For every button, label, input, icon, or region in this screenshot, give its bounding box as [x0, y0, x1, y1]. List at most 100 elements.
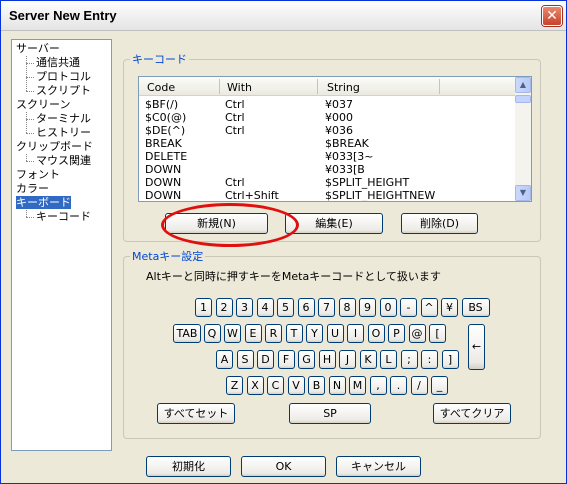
set-all-button[interactable]: すべてセット — [157, 403, 235, 424]
meta-key[interactable]: 1 — [195, 298, 212, 317]
cell-with: Ctrl+Shift — [225, 189, 279, 202]
tree-item[interactable]: キーコード — [36, 210, 91, 223]
cell-string: ¥036 — [325, 124, 353, 137]
meta-key[interactable]: [ — [429, 324, 446, 343]
clear-all-button[interactable]: すべてクリア — [433, 403, 511, 424]
meta-key[interactable]: / — [410, 376, 428, 395]
tree-item[interactable]: プロトコル — [36, 70, 91, 83]
tree-item[interactable]: マウス関連 — [36, 154, 91, 167]
meta-key[interactable]: X — [246, 376, 264, 395]
meta-key[interactable]: O — [367, 324, 385, 343]
table-row[interactable]: DELETE ¥033[3~ — [139, 150, 519, 163]
scroll-thumb[interactable] — [515, 95, 531, 103]
meta-key[interactable]: ; — [400, 350, 418, 369]
table-row[interactable]: DOWN ¥033[B — [139, 163, 519, 176]
meta-key[interactable]: 5 — [277, 298, 294, 317]
meta-key[interactable]: I — [347, 324, 364, 343]
cell-code: BREAK — [145, 137, 182, 150]
close-button[interactable]: ✕ — [542, 6, 562, 26]
initialize-button[interactable]: 初期化 — [146, 456, 231, 477]
tree-item[interactable]: カラー — [16, 182, 49, 195]
keycode-group-legend: キーコード — [132, 53, 187, 66]
meta-key[interactable]: 6 — [297, 298, 315, 317]
category-tree[interactable]: サーバー 通信共通 プロトコル スクリプト スクリーン ターミナル ヒストリー クリップボード… — [11, 39, 112, 451]
cell-string: ¥033[3~ — [325, 150, 374, 163]
meta-key[interactable]: H — [318, 350, 336, 369]
meta-key[interactable]: G — [298, 350, 315, 369]
meta-key[interactable]: BS — [461, 298, 490, 317]
meta-key[interactable]: _ — [431, 376, 448, 395]
table-row[interactable]: $BF(/) Ctrl ¥037 — [139, 98, 519, 111]
tree-item[interactable]: 通信共通 — [36, 56, 80, 69]
meta-key[interactable]: @ — [408, 324, 426, 343]
scroll-down-arrow-icon[interactable]: ▼ — [515, 185, 531, 201]
tree-item[interactable]: クリップボード — [16, 140, 93, 153]
meta-key[interactable]: L — [380, 350, 397, 369]
meta-key[interactable]: TAB — [173, 324, 201, 343]
meta-key[interactable]: , — [369, 376, 387, 395]
space-key-button[interactable]: SP — [289, 403, 371, 424]
table-row[interactable]: BREAK $BREAK — [139, 137, 519, 150]
column-header-code[interactable]: Code — [147, 81, 175, 94]
cell-string: ¥037 — [325, 98, 353, 111]
meta-key[interactable]: 0 — [379, 298, 397, 317]
meta-key[interactable]: M — [349, 376, 366, 395]
meta-key[interactable]: ^ — [420, 298, 438, 317]
meta-key[interactable]: 8 — [338, 298, 356, 317]
scroll-up-arrow-icon[interactable]: ▲ — [515, 77, 531, 93]
delete-button[interactable]: 削除(D) — [401, 213, 478, 234]
ok-button[interactable]: OK — [241, 456, 326, 477]
meta-key[interactable]: 9 — [359, 298, 376, 317]
table-row[interactable]: DOWN Ctrl+Shift $SPLIT_HEIGHTNEW — [139, 189, 519, 202]
meta-key[interactable]: . — [390, 376, 407, 395]
title-bar[interactable]: Server New Entry ✕ — [1, 1, 566, 31]
meta-key[interactable]: C — [267, 376, 284, 395]
meta-key[interactable]: Z — [226, 376, 243, 395]
cell-with: Ctrl — [225, 98, 245, 111]
meta-key[interactable]: Y — [306, 324, 323, 343]
meta-key[interactable]: ← — [468, 324, 485, 370]
meta-key[interactable]: 2 — [215, 298, 233, 317]
meta-key[interactable]: P — [388, 324, 405, 343]
list-scrollbar[interactable]: ▲ ▼ — [515, 77, 531, 201]
meta-key[interactable]: ¥ — [441, 298, 458, 317]
column-header-with[interactable]: With — [227, 81, 252, 94]
meta-key[interactable]: 7 — [318, 298, 335, 317]
meta-key[interactable]: J — [339, 350, 356, 369]
meta-key[interactable]: ] — [441, 350, 459, 369]
meta-key[interactable]: 3 — [236, 298, 253, 317]
table-row[interactable]: $C0(@) Ctrl ¥000 — [139, 111, 519, 124]
meta-key[interactable]: D — [257, 350, 274, 369]
tree-item[interactable]: スクリプト — [36, 84, 91, 97]
cancel-button[interactable]: キャンセル — [336, 456, 421, 477]
meta-key[interactable]: K — [359, 350, 377, 369]
keycode-list[interactable]: Code With String $BF(/) Ctrl ¥037 $C0(@) Ctr… — [138, 76, 532, 202]
table-row[interactable]: DOWN Ctrl $SPLIT_HEIGHT — [139, 176, 519, 189]
meta-key[interactable]: 4 — [256, 298, 274, 317]
meta-key[interactable]: A — [216, 350, 233, 369]
tree-item[interactable]: キーボード — [16, 196, 71, 209]
meta-key[interactable]: N — [328, 376, 346, 395]
tree-item[interactable]: ターミナル — [36, 112, 91, 125]
meta-key[interactable]: T — [285, 324, 303, 343]
meta-key[interactable]: R — [265, 324, 282, 343]
meta-key[interactable]: - — [400, 298, 417, 317]
column-header-string[interactable]: String — [327, 81, 360, 94]
meta-key[interactable]: E — [244, 324, 262, 343]
window-title: Server New Entry — [9, 8, 117, 23]
table-row[interactable]: $DE(^) Ctrl ¥036 — [139, 124, 519, 137]
meta-key[interactable]: F — [277, 350, 295, 369]
tree-item[interactable]: スクリーン — [16, 98, 70, 111]
meta-key[interactable]: V — [287, 376, 305, 395]
meta-key[interactable]: S — [236, 350, 254, 369]
tree-item[interactable]: サーバー — [16, 42, 60, 55]
meta-key[interactable]: U — [326, 324, 344, 343]
tree-item[interactable]: フォント — [16, 168, 60, 181]
meta-key[interactable]: : — [421, 350, 438, 369]
cell-code: DELETE — [145, 150, 188, 163]
edit-button[interactable]: 編集(E) — [285, 213, 383, 234]
meta-key[interactable]: W — [224, 324, 241, 343]
meta-key[interactable]: Q — [203, 324, 221, 343]
meta-key[interactable]: B — [308, 376, 325, 395]
tree-item[interactable]: ヒストリー — [36, 126, 91, 139]
